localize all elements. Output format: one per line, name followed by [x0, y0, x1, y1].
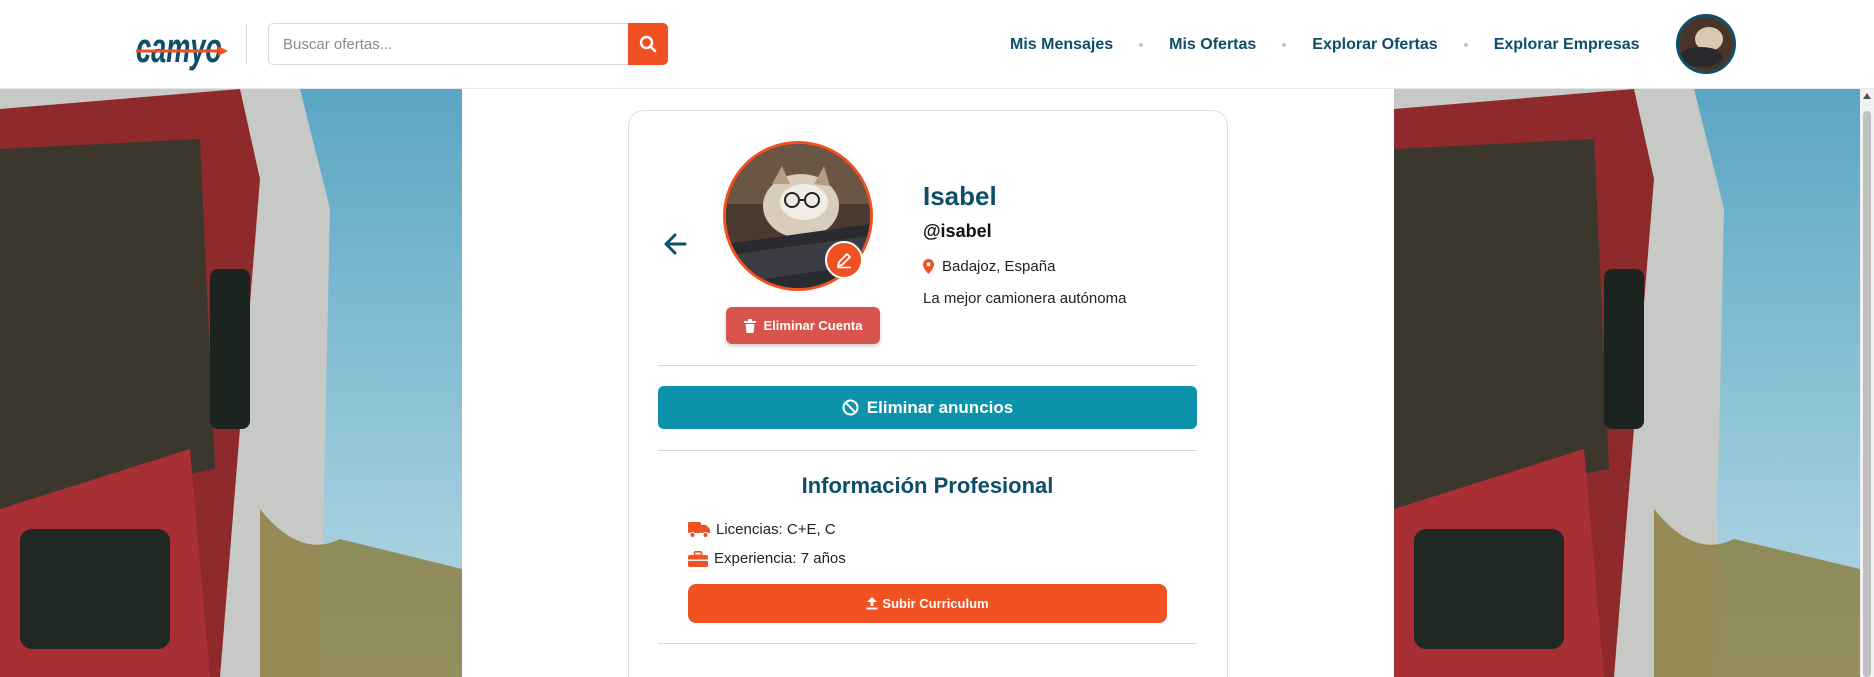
professional-info-title: Información Profesional [801, 473, 1054, 498]
header-divider [246, 24, 247, 64]
location-text: Badajoz, España [942, 258, 1056, 275]
delete-account-button[interactable]: Eliminar Cuenta [726, 307, 880, 344]
top-navbar: camyo Mis Mensajes Mis Ofertas Explorar … [0, 0, 1874, 89]
search-button[interactable] [628, 23, 668, 65]
remove-ads-button[interactable]: Eliminar anuncios [658, 386, 1197, 429]
search-input[interactable] [268, 23, 628, 65]
nav-mis-ofertas[interactable]: Mis Ofertas [1169, 36, 1256, 54]
upload-cv-button[interactable]: Subir Curriculum [688, 584, 1167, 623]
search-bar [268, 23, 668, 65]
divider [658, 643, 1197, 644]
nav-explorar-empresas[interactable]: Explorar Empresas [1494, 36, 1640, 54]
upload-icon [866, 597, 878, 610]
edit-profile-picture-button[interactable] [825, 241, 863, 279]
pencil-icon [837, 253, 851, 269]
nav-separator [1282, 43, 1287, 47]
experience-row: Experiencia: 7 años [688, 550, 846, 567]
upload-cv-label: Subir Curriculum [882, 596, 989, 611]
nav-explorar-ofertas[interactable]: Explorar Ofertas [1312, 36, 1437, 54]
user-avatar-menu[interactable] [1676, 14, 1736, 74]
nav-mis-mensajes[interactable]: Mis Mensajes [1010, 36, 1113, 54]
camyo-logo[interactable]: camyo [136, 18, 228, 72]
profile-location: Badajoz, España [923, 258, 1055, 275]
back-button[interactable] [662, 230, 690, 258]
truck-icon [688, 521, 710, 538]
profile-bio: La mejor camionera autónoma [923, 290, 1127, 307]
nav-separator [1463, 43, 1468, 47]
ban-icon [842, 399, 859, 416]
main-nav: Mis Mensajes Mis Ofertas Explorar Oferta… [1010, 26, 1640, 64]
delete-account-label: Eliminar Cuenta [763, 318, 863, 333]
trash-icon [743, 318, 756, 333]
experience-text: Experiencia: 7 años [714, 550, 846, 567]
location-pin-icon [923, 259, 934, 274]
profile-handle: @isabel [923, 221, 992, 241]
profile-name: Isabel [923, 181, 997, 211]
search-icon [639, 35, 657, 53]
arrow-left-icon [664, 233, 687, 255]
scroll-thumb[interactable] [1863, 111, 1871, 677]
scroll-up-icon[interactable] [1863, 93, 1871, 99]
divider [658, 450, 1197, 451]
svg-text:camyo: camyo [136, 24, 222, 71]
background-truck-left [0, 89, 462, 677]
page-scrollbar[interactable] [1860, 89, 1874, 677]
licenses-row: Licencias: C+E, C [688, 521, 836, 538]
background-truck-right [1394, 89, 1860, 677]
divider [658, 365, 1197, 366]
nav-separator [1139, 43, 1144, 47]
briefcase-icon [688, 550, 708, 567]
licenses-text: Licencias: C+E, C [716, 521, 836, 538]
remove-ads-label: Eliminar anuncios [866, 397, 1014, 417]
